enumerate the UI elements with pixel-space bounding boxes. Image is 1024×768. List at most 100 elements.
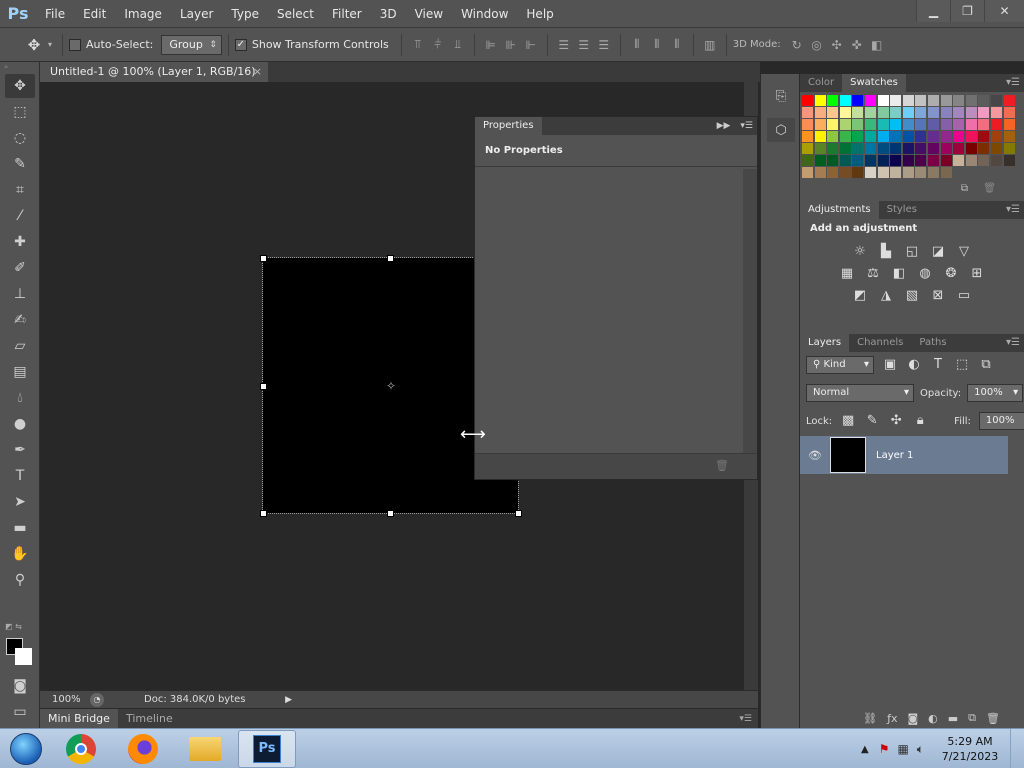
distribute-bottom-icon[interactable]: ☰ xyxy=(594,35,614,55)
swatch[interactable] xyxy=(839,119,851,130)
swatch[interactable] xyxy=(927,107,939,118)
distribute-right-icon[interactable]: ⦀ xyxy=(667,35,687,55)
swatch[interactable] xyxy=(990,143,1002,154)
swatch[interactable] xyxy=(978,119,990,130)
show-hidden-icons-icon[interactable]: ▲ xyxy=(861,744,869,755)
add-mask-icon[interactable]: ◙ xyxy=(907,712,918,725)
crop-tool-icon[interactable]: ⌗ xyxy=(5,178,35,202)
status-info-icon[interactable]: ◔ xyxy=(90,692,104,707)
swatch[interactable] xyxy=(927,143,939,154)
trash-icon[interactable]: 🗑︎ xyxy=(715,459,729,472)
swatch[interactable] xyxy=(864,95,876,106)
align-right-icon[interactable]: ⊩ xyxy=(521,35,541,55)
swatch[interactable] xyxy=(902,167,914,178)
selective-color-icon[interactable]: ⊠ xyxy=(930,288,946,304)
exposure-icon[interactable]: ◪ xyxy=(930,244,946,260)
swatch[interactable] xyxy=(827,119,839,130)
curves-icon[interactable]: ◱ xyxy=(904,244,920,260)
tab-swatches[interactable]: Swatches xyxy=(842,74,906,92)
swatch[interactable] xyxy=(953,95,965,106)
swatch[interactable] xyxy=(802,131,813,142)
color-lookup-icon[interactable]: ⊞ xyxy=(969,266,985,282)
pixel-filter-icon[interactable]: ▣ xyxy=(882,357,898,373)
swatch[interactable] xyxy=(877,95,889,106)
3d-pan-icon[interactable]: ✣ xyxy=(827,35,847,55)
3d-roll-icon[interactable]: ◎ xyxy=(807,35,827,55)
quick-selection-tool-icon[interactable]: ✎ xyxy=(5,152,35,176)
align-vcenter-icon[interactable]: ⫩ xyxy=(428,35,448,55)
new-swatch-icon[interactable]: ⧉ xyxy=(961,183,968,194)
3d-scale-icon[interactable]: ◧ xyxy=(867,35,887,55)
swatches-menu-icon[interactable]: ▾☰ xyxy=(1006,74,1020,92)
swatch[interactable] xyxy=(915,143,927,154)
menu-view[interactable]: View xyxy=(406,0,452,28)
align-hcenter-icon[interactable]: ⊪ xyxy=(501,35,521,55)
swatch[interactable] xyxy=(814,143,826,154)
start-button[interactable] xyxy=(0,729,52,768)
swatch[interactable] xyxy=(839,143,851,154)
swatch[interactable] xyxy=(1003,119,1015,130)
collapse-toolbar-icon[interactable]: » xyxy=(0,62,39,72)
taskbar-firefox[interactable] xyxy=(114,730,172,768)
path-selection-tool-icon[interactable]: ➤ xyxy=(5,490,35,514)
volume-icon[interactable]: 🔈︎ xyxy=(917,742,924,757)
swatch[interactable] xyxy=(927,131,939,142)
swatch[interactable] xyxy=(852,131,864,142)
swatch[interactable] xyxy=(839,155,851,166)
transform-handle-bottom[interactable] xyxy=(387,510,394,517)
lasso-tool-icon[interactable]: ◌ xyxy=(5,126,35,150)
swatch[interactable] xyxy=(965,119,977,130)
swatch[interactable] xyxy=(990,95,1002,106)
swatch[interactable] xyxy=(927,167,939,178)
eraser-tool-icon[interactable]: ▱ xyxy=(5,334,35,358)
swatch[interactable] xyxy=(890,107,902,118)
swatch[interactable] xyxy=(890,95,902,106)
swatch[interactable] xyxy=(877,131,889,142)
color-balance-icon[interactable]: ⚖ xyxy=(865,266,881,282)
menu-3d[interactable]: 3D xyxy=(371,0,406,28)
marquee-tool-icon[interactable]: ⬚ xyxy=(5,100,35,124)
delete-swatch-icon[interactable]: 🗑︎ xyxy=(983,183,996,194)
show-desktop-button[interactable] xyxy=(1010,729,1024,768)
transform-handle-bottom-left[interactable] xyxy=(260,510,267,517)
blur-tool-icon[interactable]: 💧︎ xyxy=(5,386,35,410)
distribute-left-icon[interactable]: ⦀ xyxy=(627,35,647,55)
tab-timeline[interactable]: Timeline xyxy=(118,709,181,729)
swatch[interactable] xyxy=(802,167,813,178)
swatch[interactable] xyxy=(852,107,864,118)
swatch[interactable] xyxy=(902,107,914,118)
close-tab-icon[interactable]: × xyxy=(253,62,262,82)
screen-mode-icon[interactable]: ▭ xyxy=(5,700,35,724)
auto-select-dropdown[interactable]: Group xyxy=(161,34,222,55)
swatch[interactable] xyxy=(978,155,990,166)
swatch[interactable] xyxy=(940,131,952,142)
swatch[interactable] xyxy=(978,143,990,154)
tab-styles[interactable]: Styles xyxy=(879,201,925,219)
lock-image-icon[interactable]: ✎ xyxy=(864,413,880,429)
transform-handle-left[interactable] xyxy=(260,383,267,390)
3d-rotate-icon[interactable]: ↻ xyxy=(787,35,807,55)
new-group-icon[interactable]: ▬ xyxy=(948,712,958,725)
restore-button[interactable]: ❐ xyxy=(950,0,984,22)
pen-tool-icon[interactable]: ✒ xyxy=(5,438,35,462)
menu-help[interactable]: Help xyxy=(517,0,562,28)
swatch[interactable] xyxy=(802,95,813,106)
align-bottom-icon[interactable]: ⫫ xyxy=(448,35,468,55)
swatch[interactable] xyxy=(990,119,1002,130)
swatch[interactable] xyxy=(827,167,839,178)
transform-handle-bottom-right[interactable] xyxy=(515,510,522,517)
auto-align-icon[interactable]: ▥ xyxy=(700,35,720,55)
swatch[interactable] xyxy=(940,95,952,106)
taskbar-chrome[interactable] xyxy=(52,730,110,768)
swatch[interactable] xyxy=(902,119,914,130)
swatch[interactable] xyxy=(965,95,977,106)
quick-mask-icon[interactable]: ◙ xyxy=(5,674,35,698)
distribute-vcenter-icon[interactable]: ☰ xyxy=(574,35,594,55)
swatch[interactable] xyxy=(802,143,813,154)
clone-stamp-tool-icon[interactable]: ⊥ xyxy=(5,282,35,306)
swatch[interactable] xyxy=(877,167,889,178)
delete-layer-icon[interactable]: 🗑︎ xyxy=(986,712,1000,725)
eyedropper-tool-icon[interactable]: ⁄ xyxy=(5,204,35,228)
new-layer-icon[interactable]: ⧉ xyxy=(968,711,976,725)
swatch[interactable] xyxy=(877,107,889,118)
